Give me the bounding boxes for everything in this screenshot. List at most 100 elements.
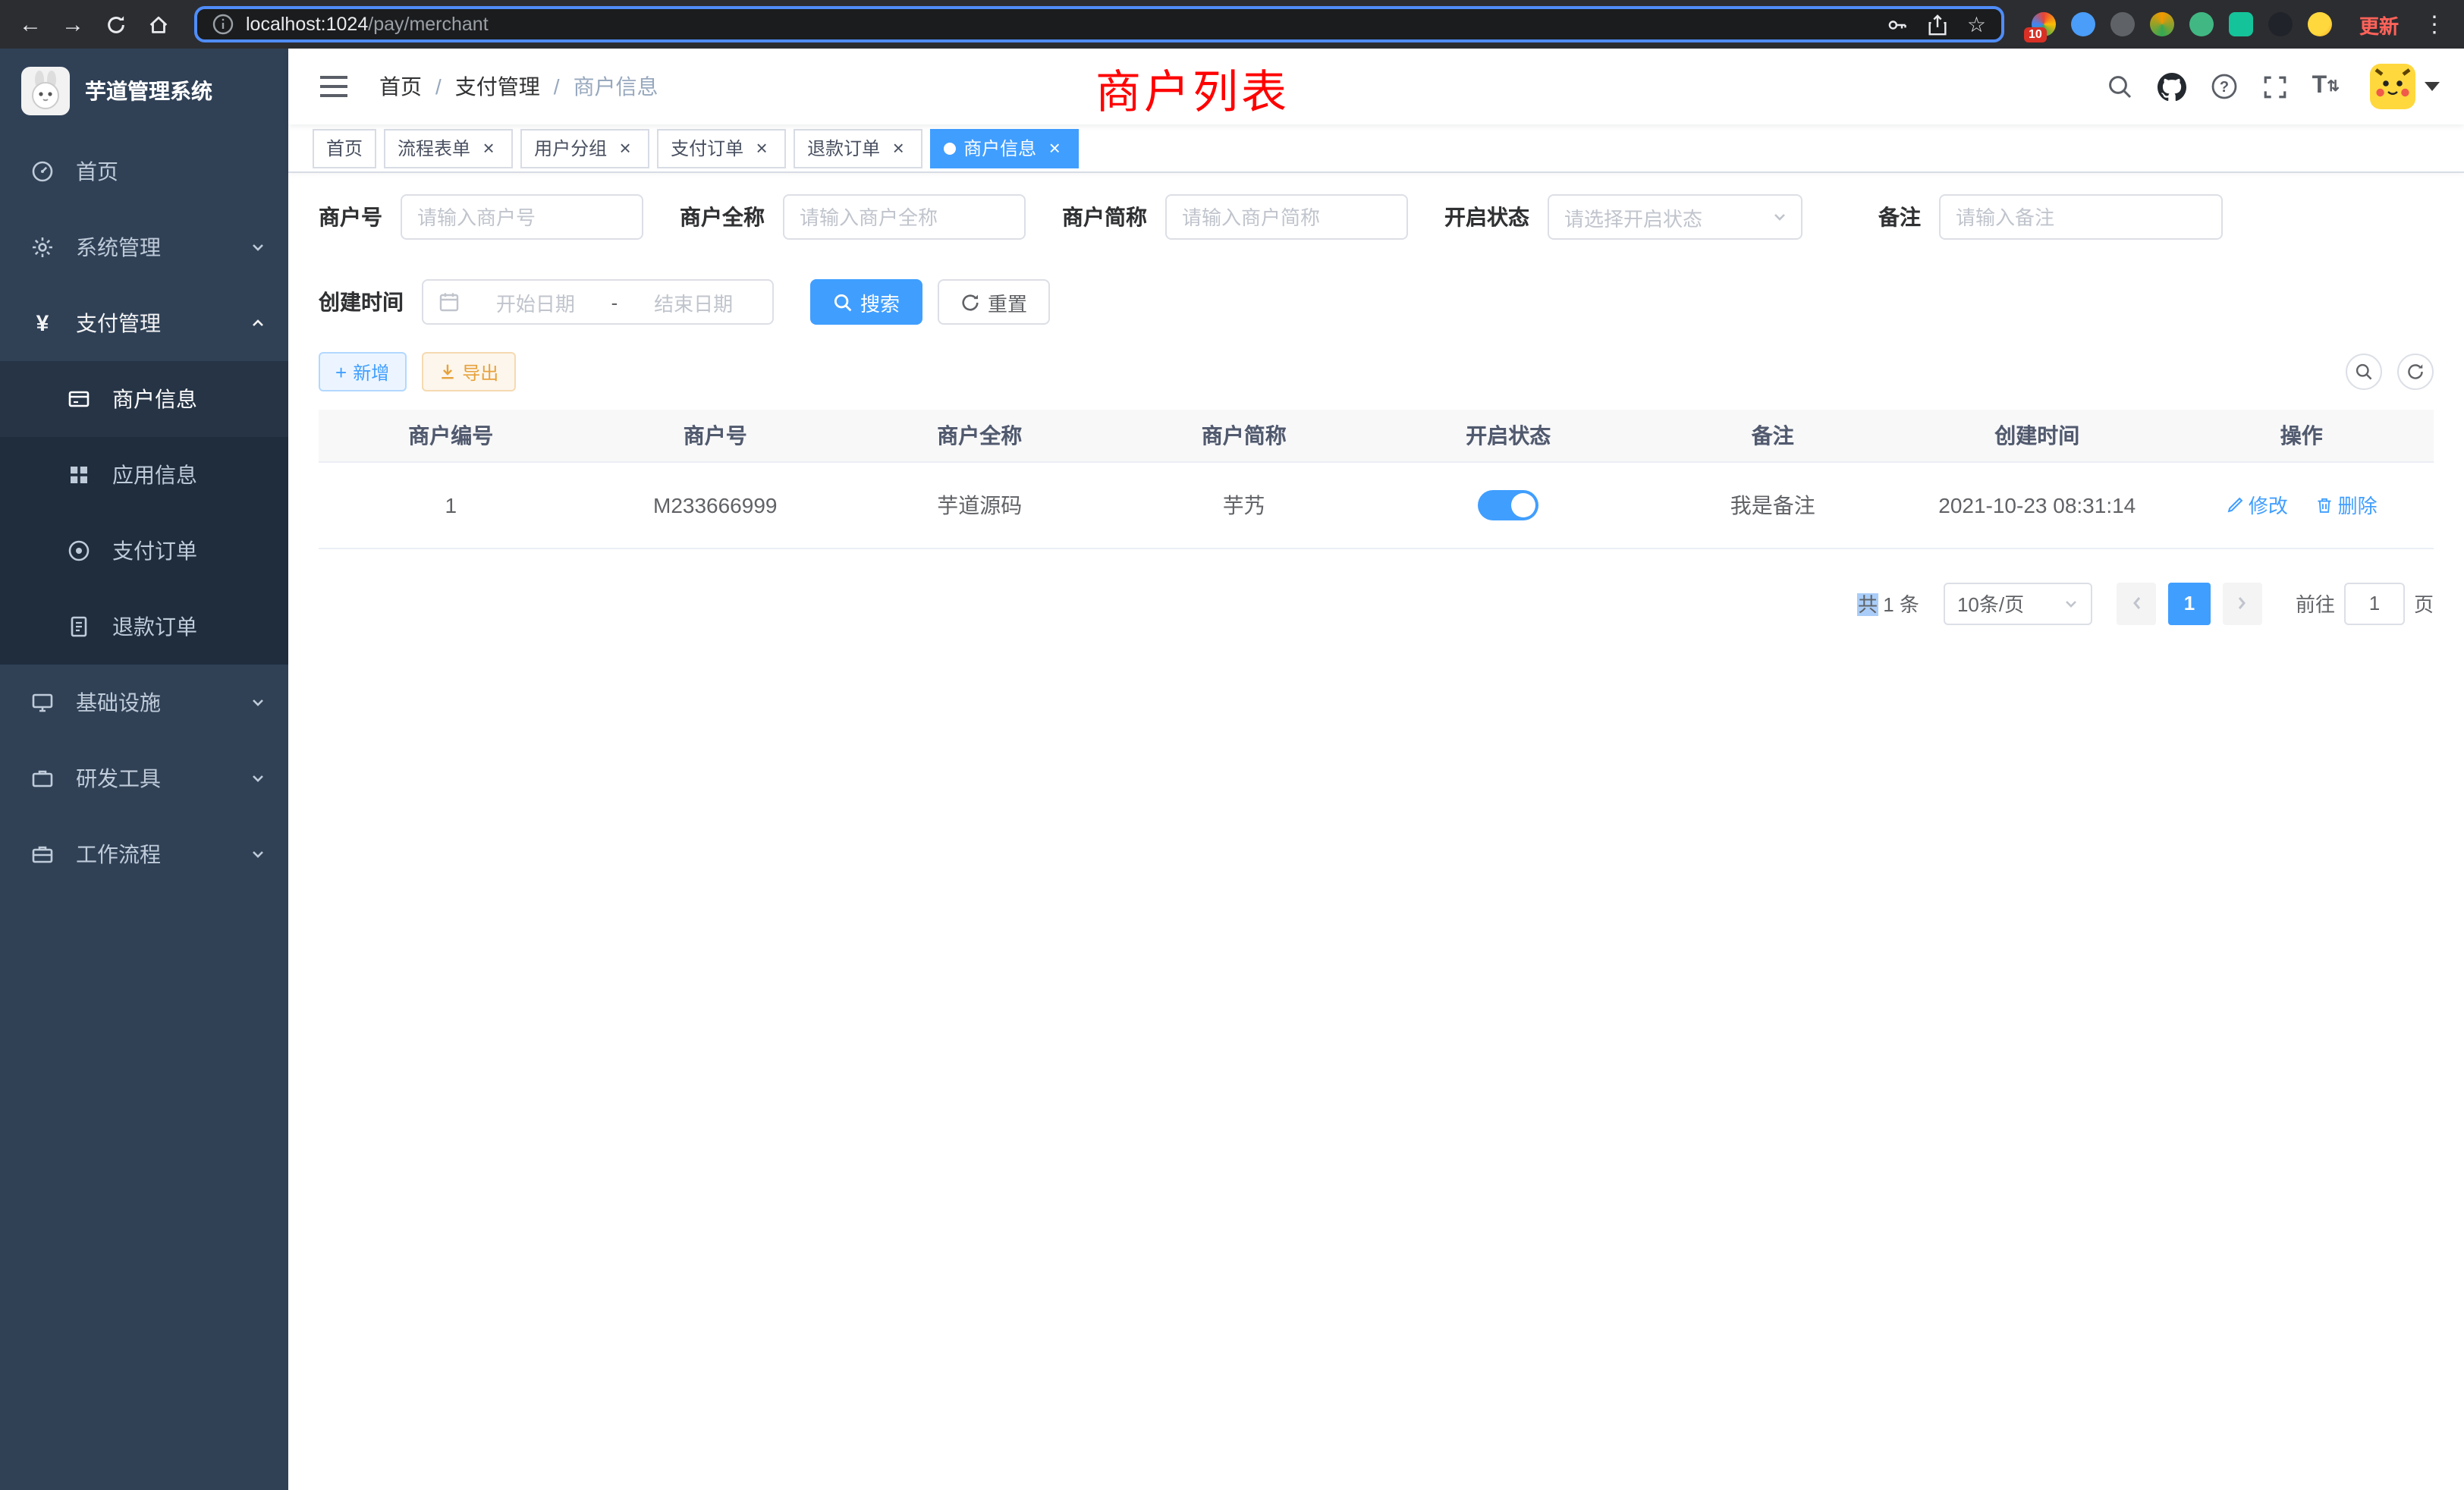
- reset-button[interactable]: 重置: [938, 279, 1050, 325]
- close-icon[interactable]: ×: [1044, 137, 1065, 159]
- github-icon[interactable]: [2158, 72, 2186, 101]
- remark-input[interactable]: [1939, 194, 2223, 240]
- breadcrumb-item-home[interactable]: 首页: [379, 71, 422, 102]
- font-size-icon[interactable]: T⇅: [2312, 73, 2340, 100]
- search-icon: [833, 292, 853, 312]
- bookmark-star-icon[interactable]: ☆: [1967, 11, 1986, 37]
- sidebar-item-payment[interactable]: ¥ 支付管理: [0, 285, 288, 361]
- browser-update-button[interactable]: 更新: [2347, 10, 2411, 39]
- merchant-no-label: 商户号: [319, 202, 382, 232]
- merchant-card-icon: [67, 387, 91, 411]
- sidebar-item-pay-order[interactable]: 支付订单: [0, 513, 288, 589]
- sidebar-item-devtools[interactable]: 研发工具: [0, 740, 288, 816]
- table-header-row: 商户编号 商户号 商户全称 商户简称 开启状态 备注 创建时间 操作: [319, 410, 2434, 461]
- extension-icon-3[interactable]: [2110, 12, 2135, 36]
- sidebar-item-merchant-info[interactable]: 商户信息: [0, 361, 288, 437]
- forward-icon[interactable]: →: [55, 6, 91, 42]
- extension-icon-8[interactable]: [2308, 12, 2332, 36]
- help-icon[interactable]: ?: [2211, 73, 2238, 100]
- col-created-at: 创建时间: [1905, 410, 2170, 461]
- tab-refund-order[interactable]: 退款订单×: [794, 128, 922, 168]
- export-button[interactable]: 导出: [421, 352, 515, 391]
- url-bar[interactable]: localhost:1024/pay/merchant ☆: [194, 6, 2004, 42]
- full-name-input[interactable]: [783, 194, 1026, 240]
- sidebar-item-refund-order[interactable]: 退款订单: [0, 589, 288, 665]
- remark-label: 备注: [1878, 202, 1921, 232]
- extension-icon-7[interactable]: [2268, 12, 2293, 36]
- close-icon[interactable]: ×: [751, 137, 772, 159]
- col-short-name: 商户简称: [1112, 410, 1377, 461]
- breadcrumb-item-current: 商户信息: [574, 71, 658, 102]
- sidebar-item-label: 应用信息: [112, 460, 197, 490]
- url-host: localhost:1024: [246, 14, 368, 35]
- cell-merchant-no: M233666999: [583, 461, 848, 548]
- browser-menu-icon[interactable]: ⋮: [2417, 11, 2452, 38]
- page-size-select[interactable]: 10条/页: [1944, 582, 2092, 624]
- tab-user-group[interactable]: 用户分组×: [520, 128, 649, 168]
- search-button[interactable]: 搜索: [810, 279, 922, 325]
- edit-icon: [2226, 495, 2244, 514]
- sidebar-item-workflow[interactable]: 工作流程: [0, 816, 288, 892]
- tab-merchant-info[interactable]: 商户信息×: [930, 128, 1079, 168]
- sidebar-item-infrastructure[interactable]: 基础设施: [0, 665, 288, 740]
- extension-icon-2[interactable]: [2071, 12, 2095, 36]
- prev-page-button[interactable]: [2117, 582, 2156, 624]
- date-start-placeholder: 开始日期: [472, 288, 599, 316]
- merchant-no-input[interactable]: [401, 194, 643, 240]
- header-search-icon[interactable]: [2106, 73, 2133, 100]
- delete-icon: [2315, 495, 2334, 514]
- short-name-label: 商户简称: [1062, 202, 1147, 232]
- cell-remark: 我是备注: [1641, 461, 1906, 548]
- close-icon[interactable]: ×: [478, 137, 499, 159]
- sidebar-item-label: 支付订单: [112, 536, 197, 566]
- col-remark: 备注: [1641, 410, 1906, 461]
- tab-process-form[interactable]: 流程表单×: [384, 128, 513, 168]
- sidebar-item-system[interactable]: 系统管理: [0, 209, 288, 285]
- password-key-icon[interactable]: [1887, 13, 1909, 36]
- extension-icon-5[interactable]: [2189, 12, 2214, 36]
- tab-pay-order[interactable]: 支付订单×: [657, 128, 786, 168]
- payment-submenu: 商户信息 应用信息 支付订单: [0, 361, 288, 665]
- col-full-name: 商户全称: [847, 410, 1112, 461]
- date-separator: -: [611, 291, 618, 313]
- tab-home[interactable]: 首页: [313, 128, 376, 168]
- col-merchant-no: 商户号: [583, 410, 848, 461]
- monitor-icon: [30, 690, 55, 715]
- short-name-input[interactable]: [1165, 194, 1408, 240]
- add-button[interactable]: + 新增: [319, 352, 406, 391]
- site-info-icon[interactable]: [212, 14, 234, 35]
- goto-page-input[interactable]: [2344, 582, 2405, 624]
- gear-icon: [30, 235, 55, 259]
- extension-icon-6[interactable]: [2229, 12, 2253, 36]
- edit-button[interactable]: 修改: [2226, 490, 2288, 519]
- user-menu[interactable]: [2370, 64, 2440, 109]
- breadcrumb: 首页 / 支付管理 / 商户信息: [379, 71, 658, 102]
- sidebar-logo[interactable]: 芋道管理系统: [0, 49, 288, 134]
- sidebar-toggle-icon[interactable]: [313, 68, 355, 105]
- sidebar: 芋道管理系统 首页 系统管理 ¥ 支付管理: [0, 49, 288, 1490]
- sidebar-item-home[interactable]: 首页: [0, 134, 288, 209]
- page-number-button[interactable]: 1: [2168, 582, 2211, 624]
- status-select[interactable]: 请选择开启状态: [1548, 194, 1802, 240]
- delete-button[interactable]: 删除: [2315, 490, 2378, 519]
- breadcrumb-item-payment[interactable]: 支付管理: [455, 71, 540, 102]
- back-icon[interactable]: ←: [12, 6, 49, 42]
- url-text: localhost:1024/pay/merchant: [246, 14, 489, 35]
- extension-icon-1[interactable]: 10: [2032, 12, 2056, 36]
- next-page-button[interactable]: [2223, 582, 2262, 624]
- date-range-picker[interactable]: 开始日期 - 结束日期: [422, 279, 774, 325]
- screen: ← → localhost:1024/pay/merchant ☆: [0, 0, 2464, 1490]
- refresh-table-icon[interactable]: [2397, 354, 2434, 390]
- reload-icon[interactable]: [97, 6, 134, 42]
- status-toggle[interactable]: [1478, 489, 1538, 520]
- fullscreen-icon[interactable]: [2262, 74, 2288, 99]
- cell-merchant-id: 1: [319, 461, 583, 548]
- extension-icon-4[interactable]: [2150, 12, 2174, 36]
- home-icon[interactable]: [140, 6, 176, 42]
- sidebar-item-app-info[interactable]: 应用信息: [0, 437, 288, 513]
- toggle-search-icon[interactable]: [2346, 354, 2382, 390]
- sidebar-item-label: 退款订单: [112, 611, 197, 642]
- share-icon[interactable]: [1928, 13, 1949, 36]
- close-icon[interactable]: ×: [888, 137, 909, 159]
- close-icon[interactable]: ×: [614, 137, 636, 159]
